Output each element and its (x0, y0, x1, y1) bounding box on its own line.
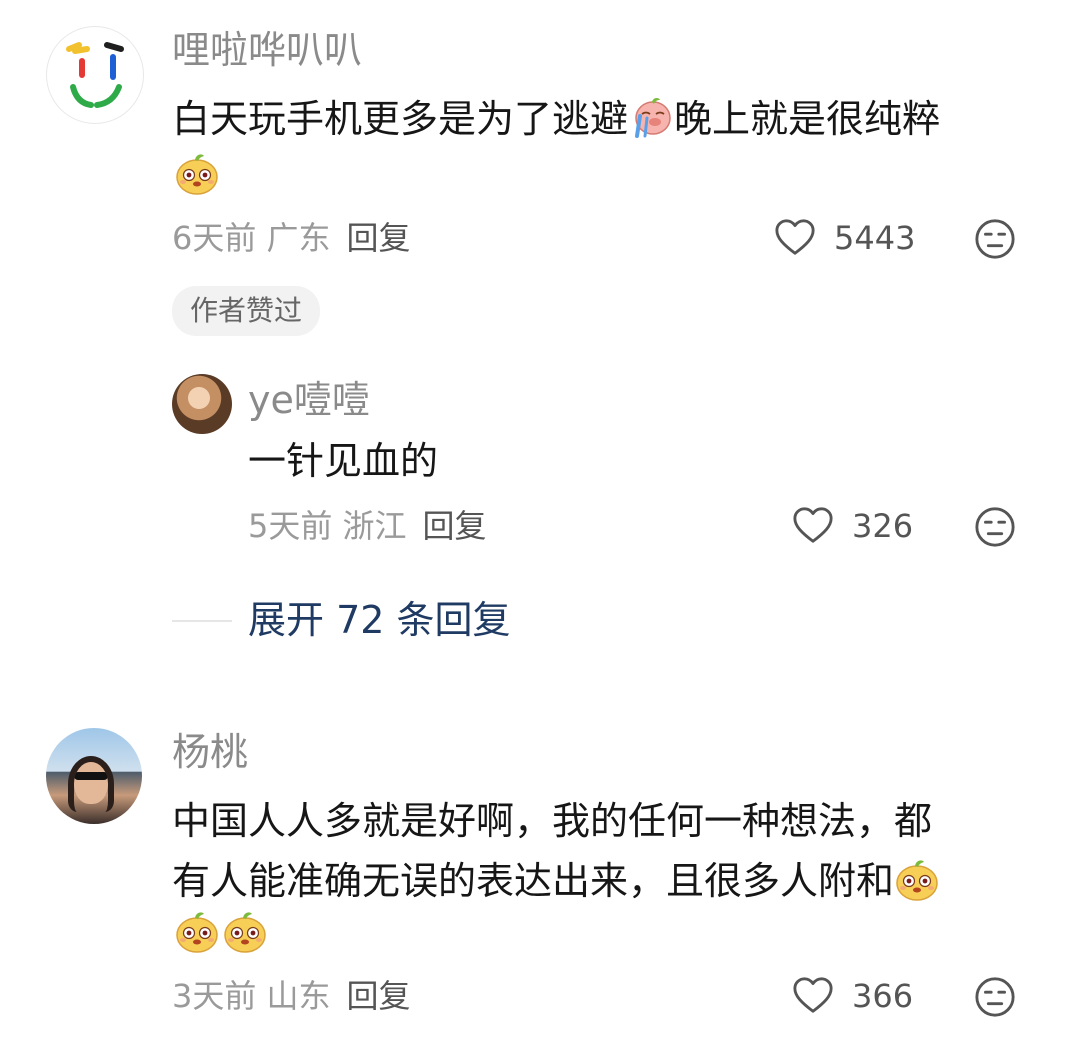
heart-icon (792, 506, 834, 546)
comment-text-part: 白天玩手机更多是为了逃避 (172, 97, 629, 141)
reply-meta: 5天前 浙江 回复 (248, 506, 487, 546)
reply-button[interactable]: 回复 (347, 219, 411, 257)
avatar[interactable] (46, 728, 142, 824)
comment-text-part: 晚上就是很纯粹 (674, 97, 941, 141)
reply-button[interactable]: 回复 (347, 977, 411, 1015)
comment-time-location: 6天前 广东 (172, 219, 331, 257)
comment-text: 有人能准确无误的表达出来，且很多人附和 (172, 852, 940, 910)
like-count: 366 (852, 977, 914, 1015)
like-count: 5443 (834, 219, 916, 257)
comment-text: 中国人人多就是好啊，我的任何一种想法，都 (172, 799, 933, 843)
happy-mango-emoji (222, 908, 268, 954)
comment-time-location: 3天前 山东 (172, 977, 331, 1015)
avatar[interactable] (46, 26, 144, 124)
comment-text-part: 有人能准确无误的表达出来，且很多人附和 (172, 859, 895, 903)
smiley-logo-icon (66, 42, 124, 108)
happy-mango-emoji (894, 856, 940, 902)
avatar-hair (68, 756, 114, 812)
heart-icon (792, 976, 834, 1016)
meh-face-icon[interactable] (974, 218, 1016, 260)
expand-replies-link[interactable]: 展开 72 条回复 (248, 598, 511, 642)
reply-username[interactable]: ye噎噎 (248, 378, 370, 422)
author-liked-badge: 作者赞过 (172, 286, 321, 336)
meh-face-icon[interactable] (974, 506, 1016, 548)
comment-emoji-line (174, 150, 220, 196)
expand-divider (172, 620, 232, 622)
meh-face-icon[interactable] (974, 976, 1016, 1018)
avatar[interactable] (172, 374, 232, 434)
reply-time-location: 5天前 浙江 (248, 507, 407, 545)
reply-button[interactable]: 回复 (423, 507, 487, 545)
comment-username[interactable]: 杨桃 (172, 730, 248, 774)
happy-mango-emoji (174, 908, 220, 954)
like-count: 326 (852, 507, 914, 545)
reply-text: 一针见血的 (248, 439, 439, 483)
comment-emoji-line (174, 908, 268, 954)
comment-text: 白天玩手机更多是为了逃避 晚上就是很纯粹 (172, 90, 940, 148)
comment-meta: 6天前 广东 回复 (172, 218, 411, 258)
happy-mango-emoji (174, 150, 220, 196)
crying-pig-emoji (628, 94, 674, 140)
heart-icon (774, 218, 816, 258)
comment-meta: 3天前 山东 回复 (172, 976, 411, 1016)
comment-username[interactable]: 哩啦哗叭叭 (172, 28, 362, 72)
